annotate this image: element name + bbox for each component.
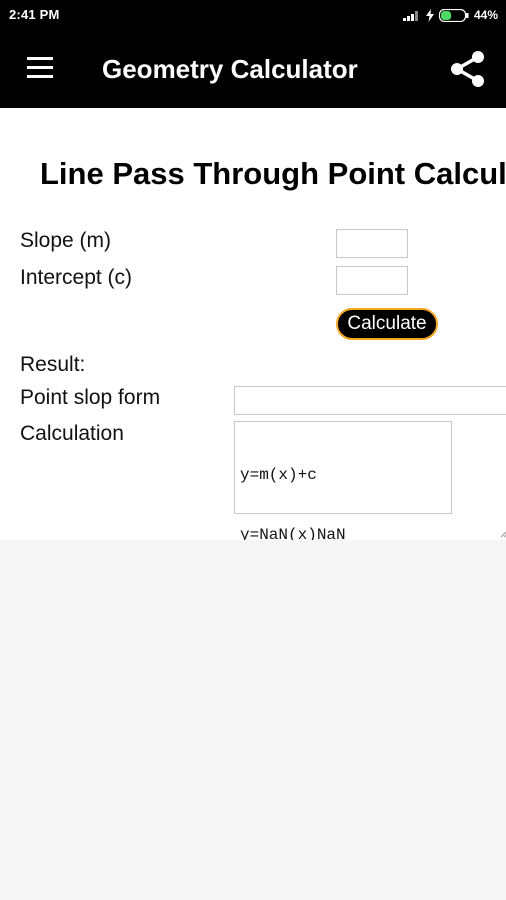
calculation-line: y=m(x)+c <box>240 466 317 484</box>
calculator-panel: Line Pass Through Point Calculator Slope… <box>0 108 506 540</box>
intercept-label: Intercept (c) <box>20 266 133 289</box>
app-title: Geometry Calculator <box>102 54 358 84</box>
resize-grip-icon[interactable] <box>442 504 506 538</box>
hamburger-menu-icon[interactable] <box>24 52 56 84</box>
point-slope-label: Point slop form <box>20 386 161 409</box>
battery-percent: 44% <box>473 8 498 22</box>
status-bar: 2:41 PM 44% <box>0 0 506 30</box>
battery-icon <box>438 8 469 22</box>
status-icons: 44% <box>402 6 498 24</box>
page-title: Line Pass Through Point Calculator <box>40 156 506 191</box>
share-icon[interactable] <box>448 50 486 88</box>
point-slope-output[interactable] <box>234 386 506 415</box>
result-label: Result: <box>20 353 86 376</box>
status-time: 2:41 PM <box>9 7 60 22</box>
slope-label: Slope (m) <box>20 229 112 252</box>
calculate-button[interactable]: Calculate <box>336 308 438 340</box>
signal-icon <box>402 9 421 21</box>
calculation-label: Calculation <box>20 422 124 445</box>
app-bar: Geometry Calculator <box>0 30 506 108</box>
calculation-textarea[interactable]: y=m(x)+c y=NaN(x)NaN <box>234 421 506 540</box>
calculation-line: y=NaN(x)NaN <box>240 526 346 540</box>
intercept-input[interactable] <box>336 266 408 295</box>
slope-input[interactable] <box>336 229 408 258</box>
charging-bolt-icon <box>425 8 434 22</box>
